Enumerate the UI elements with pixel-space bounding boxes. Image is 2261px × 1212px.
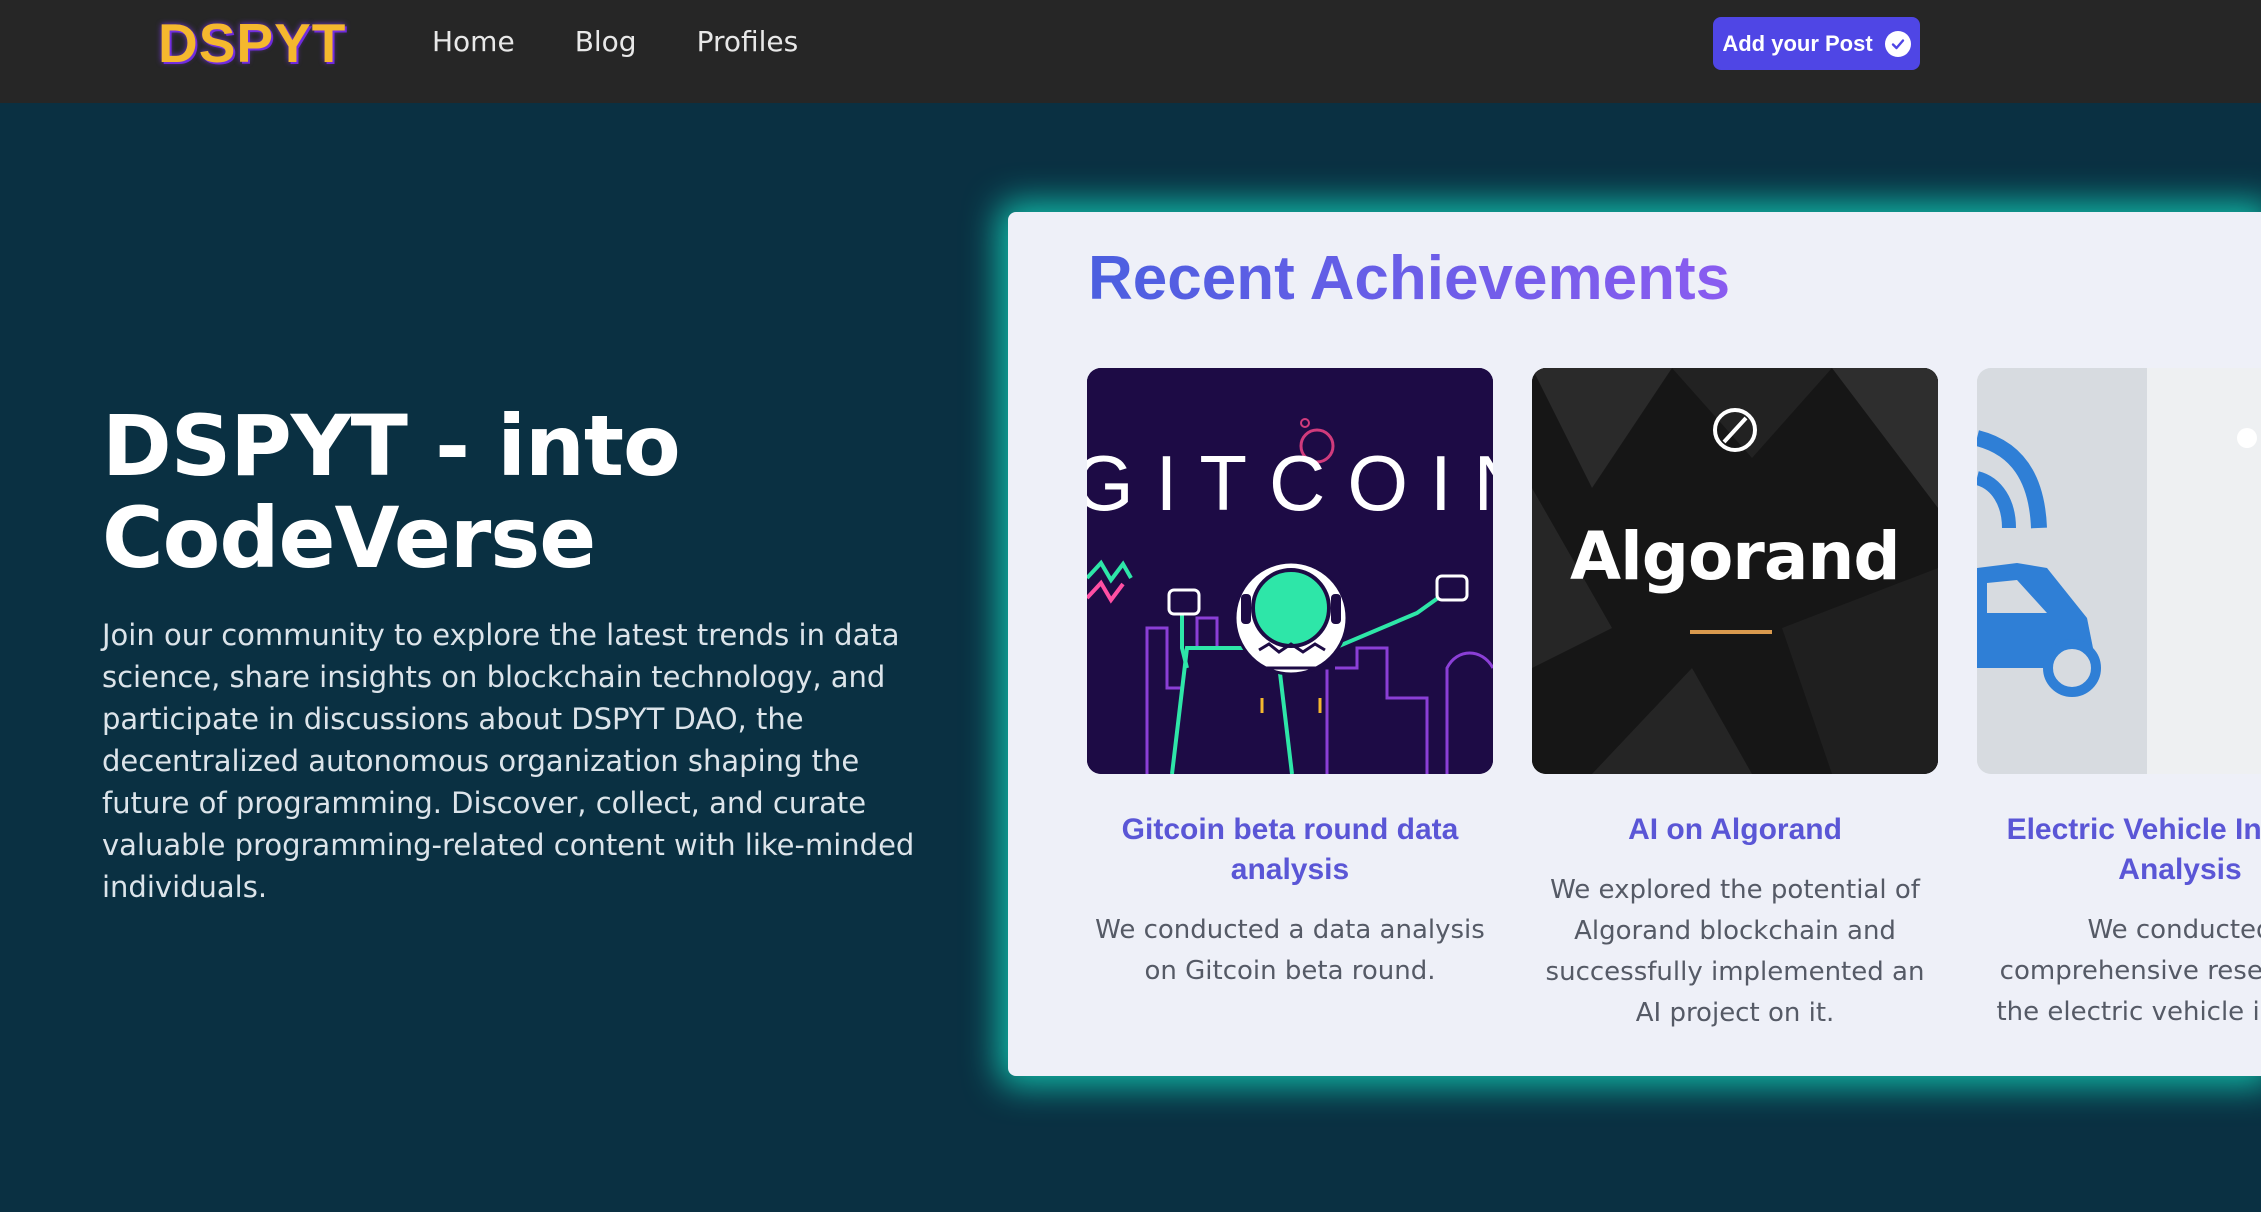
card-description: We explored the potential of Algorand bl…	[1545, 875, 1925, 1028]
algorand-image: Algorand	[1532, 368, 1938, 774]
main-nav: Home Blog Profiles	[432, 22, 798, 62]
card-title[interactable]: Electric Vehicle Industry Analysis	[1977, 810, 2261, 890]
check-circle-icon	[1884, 30, 1911, 57]
electric-vehicle-image	[1977, 368, 2261, 774]
nav-link-profiles[interactable]: Profiles	[697, 22, 799, 62]
card-description: We conducted a data analysis on Gitcoin …	[1095, 915, 1485, 986]
site-logo[interactable]: DSPYT	[158, 10, 346, 76]
achievement-card-algorand[interactable]: Algorand AI on Algorand We explored the …	[1532, 368, 1938, 1034]
achievement-card-electric-vehicle[interactable]: Electric Vehicle Industry Analysis We co…	[1977, 368, 2261, 1033]
add-post-label: Add your Post	[1722, 30, 1873, 56]
nav-link-home[interactable]: Home	[432, 22, 515, 62]
nav-link-blog[interactable]: Blog	[575, 22, 637, 62]
hero-title: DSPYT - into CodeVerse	[102, 397, 681, 587]
recent-achievements-panel: Recent Achievements GITCOI Gitcoin beta …	[1008, 212, 2261, 1076]
card-title[interactable]: Gitcoin beta round data analysis	[1087, 810, 1493, 890]
add-post-button[interactable]: Add your Post	[1713, 17, 1920, 70]
algorand-logo-text: Algorand	[1570, 518, 1901, 595]
hero-description: Join our community to explore the latest…	[102, 618, 915, 904]
gitcoin-image: GITCOIN	[1087, 368, 1493, 774]
card-description: We conducted comprehensive research on t…	[1996, 915, 2261, 1027]
card-title[interactable]: AI on Algorand	[1532, 810, 1938, 850]
top-navbar: DSPYT Home Blog Profiles Add your Post	[0, 0, 2261, 103]
achievement-card-gitcoin[interactable]: GITCOIN Gitcoin beta round data analysis…	[1087, 368, 1493, 992]
achievements-title: Recent Achievements	[1088, 242, 1730, 316]
gitcoin-logo-text: GITCOIN	[1087, 439, 1493, 527]
